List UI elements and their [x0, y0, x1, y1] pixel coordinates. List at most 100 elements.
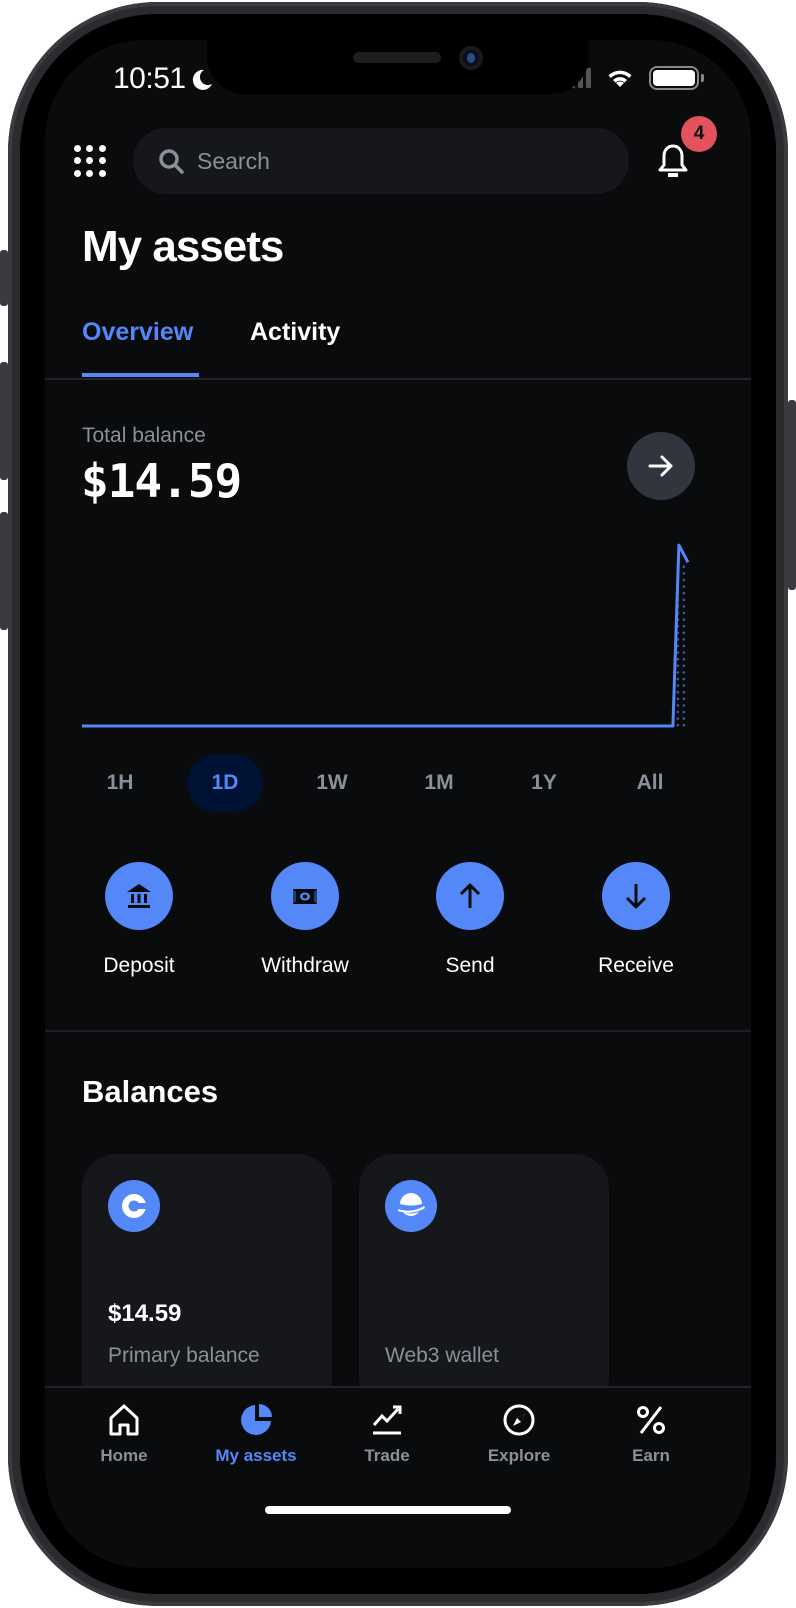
deposit-label: Deposit [103, 954, 175, 977]
silent-switch [0, 250, 8, 306]
status-time: 10:51 [113, 62, 186, 95]
chart-fill-dot [682, 697, 686, 701]
range-1h[interactable]: 1H [82, 754, 158, 812]
section-divider [45, 1030, 751, 1032]
primary-balance-card[interactable]: $14.59 Primary balance [82, 1154, 332, 1414]
range-1d[interactable]: 1D [187, 754, 263, 812]
chart-fill-dot [682, 717, 686, 720]
chart-fill-dot [682, 572, 686, 575]
battery-icon [649, 66, 704, 90]
chart-fill-dot [682, 585, 686, 588]
chart-fill-dot [682, 657, 686, 661]
nav-my-assets-label: My assets [215, 1446, 297, 1465]
total-balance-label: Total balance [82, 424, 206, 447]
chart-fill-dot [676, 690, 680, 694]
time-range-selector: 1H 1D 1W 1M 1Y All [82, 754, 694, 812]
nav-home-label: Home [100, 1446, 148, 1465]
camera [459, 46, 483, 70]
chart-fill-dot [676, 664, 680, 668]
balance-details-button[interactable] [627, 432, 695, 500]
chart-fill-dot [676, 651, 680, 654]
total-balance-value: $14.59 [81, 454, 242, 508]
planet-icon [398, 1193, 425, 1216]
range-1y[interactable]: 1Y [506, 754, 582, 812]
chart-fill-dot [682, 677, 686, 681]
chart-fill-dot [682, 605, 686, 608]
nav-home[interactable]: Home [69, 1402, 179, 1466]
chart-fill-dot [676, 657, 680, 661]
notch [207, 40, 589, 94]
web3-wallet-label: Web3 wallet [385, 1344, 500, 1367]
deposit-button[interactable]: Deposit [79, 862, 199, 978]
chart-fill-dot [676, 684, 680, 687]
nav-earn-label: Earn [632, 1446, 670, 1465]
chart-fill-dot [682, 664, 686, 668]
app-screen: 10:51 Search 4 My assets Overview Activi… [45, 40, 751, 1568]
chart-fill-dot [676, 710, 680, 714]
arrow-up-icon [459, 883, 481, 908]
balance-chart[interactable] [82, 530, 694, 730]
range-all[interactable]: All [612, 754, 688, 812]
range-1m[interactable]: 1M [401, 754, 477, 812]
quick-actions: Deposit Withdraw Send Receive [45, 862, 751, 992]
power-button [788, 400, 796, 590]
chart-fill-dot [682, 618, 686, 621]
nav-trade-label: Trade [364, 1446, 410, 1465]
coinbase-icon [122, 1194, 146, 1218]
page-title: My assets [82, 222, 284, 271]
balances-title: Balances [82, 1074, 219, 1109]
home-icon [109, 1404, 139, 1436]
bank-icon [127, 884, 151, 908]
chart-fill-dot [676, 717, 680, 720]
withdraw-button[interactable]: Withdraw [245, 862, 365, 978]
chart-fill-dot [682, 638, 686, 641]
arrow-down-icon [625, 884, 647, 909]
tab-overview[interactable]: Overview [82, 318, 193, 347]
receive-button[interactable]: Receive [576, 862, 696, 978]
chart-fill-dot [682, 578, 686, 582]
web3-wallet-card[interactable]: Web3 wallet [359, 1154, 609, 1414]
chart-fill-dot [682, 611, 686, 615]
chart-line [82, 543, 690, 728]
nav-explore[interactable]: Explore [464, 1402, 574, 1466]
compass-icon [503, 1404, 535, 1436]
chart-fill-dot [676, 723, 680, 727]
search-input[interactable]: Search [133, 128, 629, 194]
volume-down-button [0, 512, 8, 630]
top-bar: Search 4 [45, 116, 751, 194]
search-placeholder: Search [197, 147, 270, 174]
nav-earn[interactable]: Earn [596, 1402, 706, 1466]
nav-my-assets[interactable]: My assets [201, 1402, 311, 1466]
nav-trade[interactable]: Trade [332, 1402, 442, 1466]
chart-fill-dot [682, 644, 686, 648]
chart-fill-dot [682, 690, 686, 694]
pie-chart-icon [241, 1404, 272, 1435]
trend-icon [372, 1405, 402, 1435]
arrow-right-icon [648, 455, 673, 477]
bottom-nav: Home My assets Trade Explore Earn [45, 1386, 751, 1568]
tab-activity[interactable]: Activity [250, 318, 340, 347]
chart-fill-dot [682, 684, 686, 687]
chart-fill-dot [682, 723, 686, 727]
chart-fill-dot [682, 565, 686, 569]
grid-menu-icon[interactable] [73, 144, 107, 178]
chart-fill-dot [682, 631, 686, 635]
chart-fill-dot [676, 677, 680, 681]
send-button[interactable]: Send [410, 862, 530, 978]
chart-fill-dot [682, 591, 686, 595]
chart-fill-dot [682, 624, 686, 628]
nav-explore-label: Explore [487, 1446, 551, 1465]
home-indicator [265, 1506, 511, 1514]
receive-label: Receive [598, 954, 674, 977]
chart-fill-dot [676, 704, 680, 707]
tab-bar: Overview Activity [45, 308, 751, 380]
percent-icon [637, 1406, 665, 1434]
bell-icon[interactable] [657, 142, 689, 180]
chart-fill-dot [682, 671, 686, 674]
primary-balance-value: $14.59 [108, 1300, 182, 1327]
range-1w[interactable]: 1W [294, 754, 370, 812]
search-icon [159, 149, 184, 174]
chart-fill-dot [682, 710, 686, 714]
volume-up-button [0, 362, 8, 480]
send-label: Send [445, 954, 495, 977]
